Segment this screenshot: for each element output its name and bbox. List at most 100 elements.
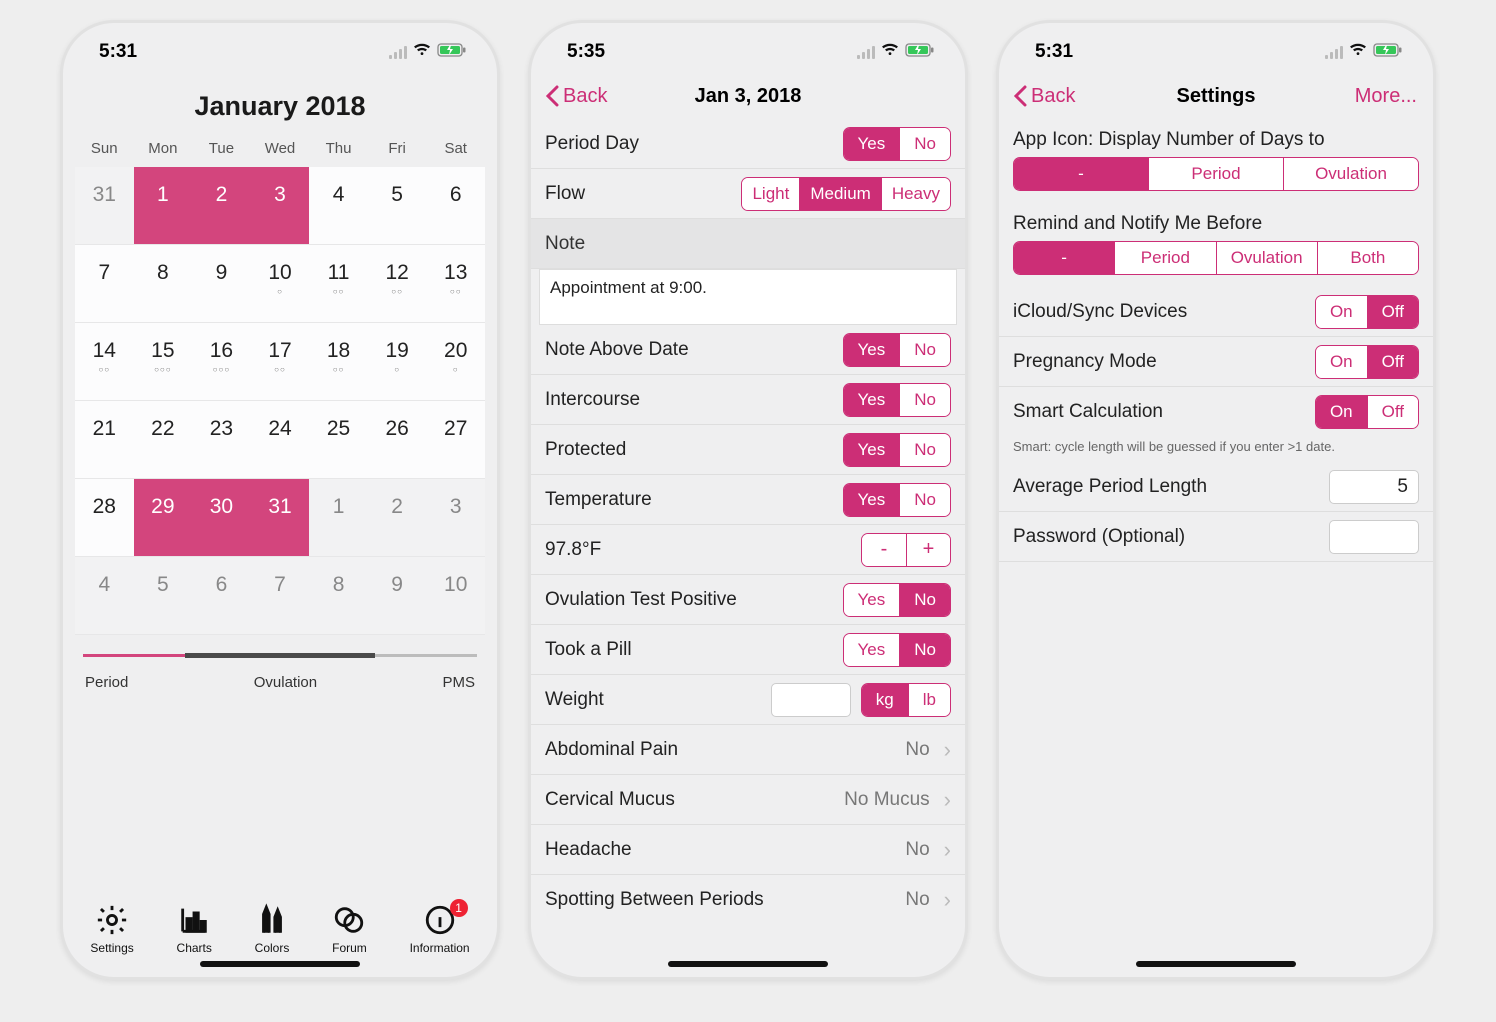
calendar-cell[interactable]: 2	[192, 167, 251, 245]
wifi-icon	[881, 41, 899, 63]
calendar-cell[interactable]: 7	[251, 557, 310, 635]
more-button[interactable]: More...	[1355, 85, 1417, 108]
calendar-cell[interactable]: 10	[426, 557, 485, 635]
row-spotting[interactable]: Spotting Between Periods No›	[531, 875, 965, 925]
seg-note-above[interactable]: YesNo	[843, 333, 951, 367]
seg-remind[interactable]: -PeriodOvulationBoth	[1013, 241, 1419, 275]
chevron-right-icon: ›	[944, 887, 951, 913]
seg-icloud[interactable]: OnOff	[1315, 295, 1419, 329]
calendar-cell[interactable]: 21	[75, 401, 134, 479]
gear-icon	[95, 903, 129, 937]
row-flow: Flow LightMediumHeavy	[531, 169, 965, 219]
month-title: January 2018	[63, 91, 497, 122]
row-headache[interactable]: Headache No›	[531, 825, 965, 875]
status-time: 5:31	[99, 41, 137, 63]
seg-period-day[interactable]: YesNo	[843, 127, 951, 161]
calendar-cell[interactable]: 4	[75, 557, 134, 635]
nav-title: Jan 3, 2018	[695, 85, 802, 108]
calendar-cell[interactable]: 11○○	[309, 245, 368, 323]
tab-charts[interactable]: Charts	[177, 903, 212, 955]
status-time: 5:35	[567, 41, 605, 63]
calendar-cell[interactable]: 14○○	[75, 323, 134, 401]
calendar-cell[interactable]: 5	[134, 557, 193, 635]
calendar-cell[interactable]: 18○○	[309, 323, 368, 401]
calendar-cell[interactable]: 9	[192, 245, 251, 323]
seg-ovu-test[interactable]: YesNo	[843, 583, 951, 617]
tab-colors[interactable]: Colors	[255, 903, 290, 955]
chevron-left-icon	[1013, 85, 1027, 107]
home-indicator[interactable]	[200, 961, 360, 967]
calendar-cell[interactable]: 8	[134, 245, 193, 323]
seg-temperature[interactable]: YesNo	[843, 483, 951, 517]
calendar-cell[interactable]: 31	[251, 479, 310, 557]
calendar-cell[interactable]: 2	[368, 479, 427, 557]
row-intercourse: Intercourse YesNo	[531, 375, 965, 425]
tab-information[interactable]: 1 Information	[410, 903, 470, 955]
seg-pregnancy[interactable]: OnOff	[1315, 345, 1419, 379]
calendar-cell[interactable]: 6	[426, 167, 485, 245]
row-note-header: Note	[531, 219, 965, 269]
calendar-cell[interactable]: 4	[309, 167, 368, 245]
calendar-cell[interactable]: 7	[75, 245, 134, 323]
calendar-cell[interactable]: 8	[309, 557, 368, 635]
calendar-cell[interactable]: 19○	[368, 323, 427, 401]
legend-labels: Period Ovulation PMS	[63, 668, 497, 701]
row-mucus[interactable]: Cervical Mucus No Mucus›	[531, 775, 965, 825]
status-icons	[389, 41, 467, 63]
chevron-right-icon: ›	[944, 787, 951, 813]
home-indicator[interactable]	[1136, 961, 1296, 967]
note-textarea[interactable]: Appointment at 9:00.	[539, 269, 957, 325]
calendar-cell[interactable]: 1	[134, 167, 193, 245]
avg-length-input[interactable]: 5	[1329, 470, 1419, 504]
calendar-cell[interactable]: 10○	[251, 245, 310, 323]
chevron-left-icon	[545, 85, 559, 107]
calendar-cell[interactable]: 16○○○	[192, 323, 251, 401]
calendar-cell[interactable]: 9	[368, 557, 427, 635]
row-abdominal[interactable]: Abdominal Pain No›	[531, 725, 965, 775]
seg-smart[interactable]: OnOff	[1315, 395, 1419, 429]
calendar-cell[interactable]: 3	[426, 479, 485, 557]
seg-flow[interactable]: LightMediumHeavy	[741, 177, 951, 211]
calendar-cell[interactable]: 6	[192, 557, 251, 635]
calendar-cell[interactable]: 1	[309, 479, 368, 557]
back-button[interactable]: Back	[1013, 85, 1075, 108]
calendar-cell[interactable]: 25	[309, 401, 368, 479]
weight-input[interactable]	[771, 683, 851, 717]
calendar-cell[interactable]: 27	[426, 401, 485, 479]
home-indicator[interactable]	[668, 961, 828, 967]
calendar-cell[interactable]: 12○○	[368, 245, 427, 323]
seg-pill[interactable]: YesNo	[843, 633, 951, 667]
row-pill: Took a Pill YesNo	[531, 625, 965, 675]
calendar-cell[interactable]: 30	[192, 479, 251, 557]
calendar-cell[interactable]: 22	[134, 401, 193, 479]
row-temperature: Temperature YesNo	[531, 475, 965, 525]
calendar-cell[interactable]: 17○○	[251, 323, 310, 401]
calendar-cell[interactable]: 5	[368, 167, 427, 245]
label-appicon: App Icon: Display Number of Days to	[999, 119, 1433, 151]
seg-protected[interactable]: YesNo	[843, 433, 951, 467]
calendar-cell[interactable]: 20○	[426, 323, 485, 401]
back-button[interactable]: Back	[545, 85, 607, 108]
chart-icon	[177, 903, 211, 937]
calendar-cell[interactable]: 13○○	[426, 245, 485, 323]
calendar-cell[interactable]: 23	[192, 401, 251, 479]
seg-appicon[interactable]: -PeriodOvulation	[1013, 157, 1419, 191]
calendar-cell[interactable]: 28	[75, 479, 134, 557]
calendar-cell[interactable]: 26	[368, 401, 427, 479]
calendar-cell[interactable]: 3	[251, 167, 310, 245]
temp-stepper[interactable]: -+	[861, 533, 951, 567]
tab-settings[interactable]: Settings	[90, 903, 133, 955]
calendar-cell[interactable]: 24	[251, 401, 310, 479]
seg-weight-unit[interactable]: kglb	[861, 683, 951, 717]
calendar-cell[interactable]: 31	[75, 167, 134, 245]
password-input[interactable]	[1329, 520, 1419, 554]
calendar-cell[interactable]: 15○○○	[134, 323, 193, 401]
tab-forum[interactable]: Forum	[332, 903, 367, 955]
status-bar: 5:31	[999, 23, 1433, 73]
cellular-icon	[857, 45, 875, 59]
row-icloud: iCloud/Sync Devices OnOff	[999, 287, 1433, 337]
seg-intercourse[interactable]: YesNo	[843, 383, 951, 417]
row-password: Password (Optional)	[999, 512, 1433, 562]
calendar-cell[interactable]: 29	[134, 479, 193, 557]
battery-icon	[1373, 41, 1403, 63]
